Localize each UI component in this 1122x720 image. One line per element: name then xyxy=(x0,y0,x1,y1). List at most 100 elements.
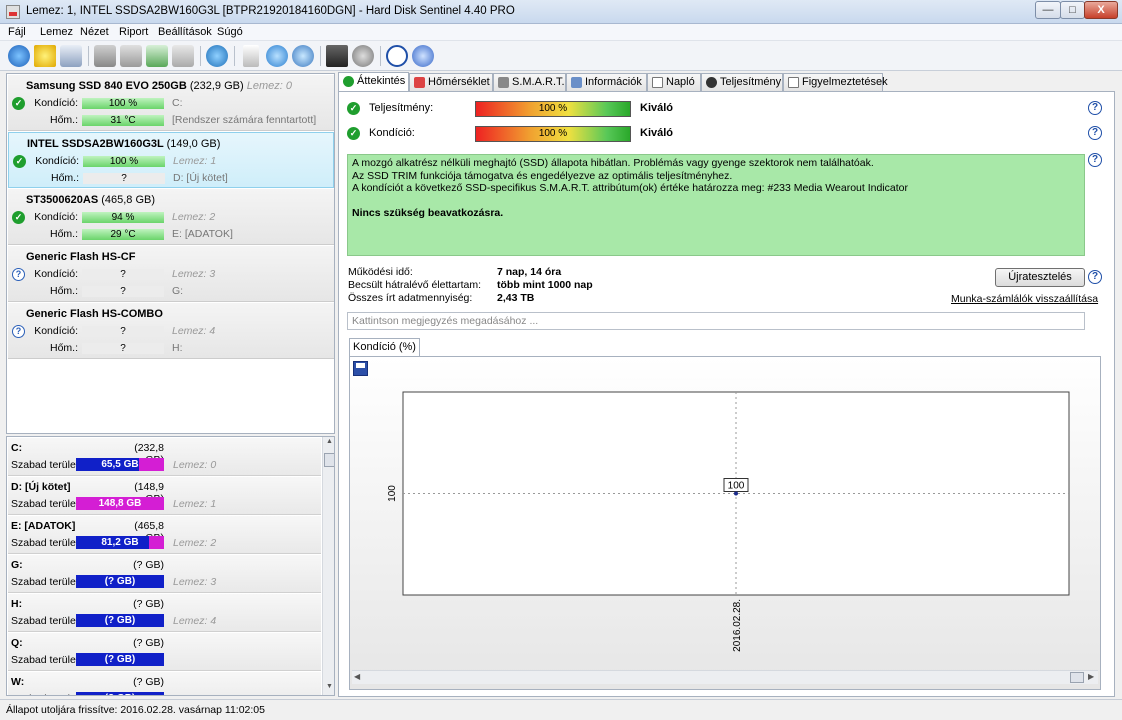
toolbar-separator xyxy=(320,46,321,66)
chart-scrollbar[interactable]: ◀ ▶ xyxy=(352,670,1098,684)
menu-disk[interactable]: Lemez xyxy=(40,26,73,38)
mail-icon[interactable] xyxy=(60,45,82,67)
volume-item[interactable]: C: (232,8 GB) Szabad terület 65,5 GB Lem… xyxy=(8,438,321,476)
disk-note: Lemez: 3 xyxy=(172,268,216,280)
volume-name: Q: xyxy=(11,637,23,649)
volume-item[interactable]: W: (? GB) Szabad terület (? GB) xyxy=(8,672,321,695)
disk-item[interactable]: Generic Flash HS-CF ? Kondíció: ? Lemez:… xyxy=(8,246,334,302)
tab-label: Teljesítmény xyxy=(720,76,782,88)
condition-label: Kondíció: xyxy=(34,268,78,280)
scroll-right-icon[interactable]: ▶ xyxy=(1088,672,1094,681)
report-icon[interactable] xyxy=(243,45,259,67)
retest-button[interactable]: Újratesztelés xyxy=(995,268,1085,287)
help-icon[interactable]: ? xyxy=(1088,153,1102,167)
info-icon[interactable] xyxy=(412,45,434,67)
menu-view[interactable]: Nézet xyxy=(80,26,109,38)
disk-item[interactable]: ST3500620AS (465,8 GB) ✓ Kondíció: 94 % … xyxy=(8,189,334,245)
volume-item[interactable]: H: (? GB) Szabad terület (? GB) Lemez: 4 xyxy=(8,594,321,632)
monitor-icon[interactable] xyxy=(326,45,348,67)
remaining-life-value: több mint 1000 nap xyxy=(497,279,593,291)
help-icon[interactable]: ? xyxy=(1088,101,1102,115)
temperature-label: Hőm.: xyxy=(50,172,79,184)
menu-report[interactable]: Riport xyxy=(119,26,148,38)
minimize-button[interactable]: — xyxy=(1035,1,1061,19)
disk-condition-row: Kondíció: 94 % Lemez: 2 xyxy=(8,211,334,225)
volume-name: G: xyxy=(11,559,23,571)
free-space-label: Szabad terület xyxy=(11,537,79,549)
tab-label: Figyelmeztetések xyxy=(802,76,888,88)
condition-bar: ? xyxy=(82,326,164,337)
disk-ok-icon[interactable] xyxy=(146,45,168,67)
reset-counters-link[interactable]: Munka-számlálók visszaállítása xyxy=(951,293,1098,305)
tab-temperature[interactable]: Hőmérséklet xyxy=(409,73,493,91)
x-tick-label: 2016.02.28. xyxy=(732,599,743,652)
volume-item[interactable]: G: (? GB) Szabad terület (? GB) Lemez: 3 xyxy=(8,555,321,593)
scroll-thumb[interactable] xyxy=(324,453,334,467)
free-space-label: Szabad terület xyxy=(11,693,79,695)
free-space-bar: (? GB) xyxy=(76,614,164,627)
volume-item[interactable]: D: [Új kötet] (148,9 GB) Szabad terület … xyxy=(8,477,321,515)
condition-label: Kondíció: xyxy=(34,97,78,109)
help-icon[interactable] xyxy=(386,45,408,67)
volume-item[interactable]: E: [ADATOK] (465,8 GB) Szabad terület 81… xyxy=(8,516,321,554)
speaker-icon[interactable] xyxy=(352,45,374,67)
written-value: 2,43 TB xyxy=(497,292,535,304)
condition-rating: Kiváló xyxy=(640,127,674,139)
check-icon: ✓ xyxy=(347,127,360,140)
globe-icon[interactable] xyxy=(206,45,228,67)
tab-condition-chart[interactable]: Kondíció (%) xyxy=(349,338,420,357)
disk-name: ST3500620AS (465,8 GB) xyxy=(26,194,156,206)
tab-alerts[interactable]: Figyelmeztetések xyxy=(783,73,888,91)
network-icon[interactable] xyxy=(292,45,314,67)
disk-temperature-row: Hőm.: ? D: [Új kötet] xyxy=(9,172,335,186)
condition-label: Kondíció: xyxy=(34,211,78,223)
disk-item[interactable]: Samsung SSD 840 EVO 250GB (232,9 GB) Lem… xyxy=(8,75,334,131)
alert-icon[interactable] xyxy=(34,45,56,67)
volume-name: H: xyxy=(11,598,23,610)
volume-size: (? GB) xyxy=(133,559,164,571)
note-input[interactable]: Kattintson megjegyzés megadásához ... xyxy=(347,312,1085,330)
disk-icon[interactable] xyxy=(94,45,116,67)
help-icon[interactable]: ? xyxy=(1088,126,1102,140)
tab-log[interactable]: Napló xyxy=(647,73,701,91)
free-space-label: Szabad terület xyxy=(11,654,79,666)
thermometer-icon xyxy=(414,77,425,88)
volume-name: C: xyxy=(11,442,23,454)
volume-name: D: [Új kötet] xyxy=(11,481,71,493)
disk-name: INTEL SSDSA2BW160G3L (149,0 GB) xyxy=(27,138,221,150)
help-icon[interactable]: ? xyxy=(1088,270,1102,284)
sync-icon[interactable] xyxy=(266,45,288,67)
tab-label: S.M.A.R.T. xyxy=(512,76,565,88)
volume-size: (? GB) xyxy=(133,637,164,649)
tab-smart[interactable]: S.M.A.R.T. xyxy=(493,73,566,91)
tab-performance[interactable]: Teljesítmény xyxy=(701,73,783,91)
maximize-button[interactable]: □ xyxy=(1060,1,1085,19)
info-recommendation: Nincs szükség beavatkozásra. xyxy=(352,206,504,219)
scroll-thumb[interactable] xyxy=(1070,672,1084,683)
disk-settings-icon[interactable] xyxy=(172,45,194,67)
volume-scrollbar[interactable]: ▲ ▼ xyxy=(322,437,334,695)
disk-condition-row: Kondíció: 100 % C: xyxy=(8,97,334,111)
info-line: A mozgó alkatrész nélküli meghajtó (SSD)… xyxy=(352,157,874,169)
close-button[interactable]: X xyxy=(1084,1,1118,19)
scroll-down-icon[interactable]: ▼ xyxy=(325,683,334,690)
menu-file[interactable]: Fájl xyxy=(8,26,26,38)
refresh-icon[interactable] xyxy=(8,45,30,67)
disk-name: Generic Flash HS-COMBO xyxy=(26,308,163,320)
menu-help[interactable]: Súgó xyxy=(217,26,243,38)
uptime-value: 7 nap, 14 óra xyxy=(497,266,562,278)
tab-info[interactable]: Információk xyxy=(566,73,647,91)
free-space-label: Szabad terület xyxy=(11,498,79,510)
scroll-up-icon[interactable]: ▲ xyxy=(325,438,334,445)
disk-item[interactable]: Generic Flash HS-COMBO ? Kondíció: ? Lem… xyxy=(8,303,334,359)
scroll-left-icon[interactable]: ◀ xyxy=(354,672,360,681)
disk-test-icon[interactable] xyxy=(120,45,142,67)
menu-settings[interactable]: Beállítások xyxy=(158,26,212,38)
tab-overview[interactable]: Áttekintés xyxy=(338,72,409,92)
status-text: Állapot utoljára frissítve: 2016.02.28. … xyxy=(6,704,265,716)
y-tick-label: 100 xyxy=(387,485,398,502)
disk-temperature-row: Hőm.: 29 °C E: [ADATOK] xyxy=(8,228,334,242)
volume-item[interactable]: Q: (? GB) Szabad terület (? GB) xyxy=(8,633,321,671)
disk-item[interactable]: INTEL SSDSA2BW160G3L (149,0 GB) ✓ Kondíc… xyxy=(8,132,334,188)
disk-name: Samsung SSD 840 EVO 250GB (232,9 GB) Lem… xyxy=(26,80,292,92)
